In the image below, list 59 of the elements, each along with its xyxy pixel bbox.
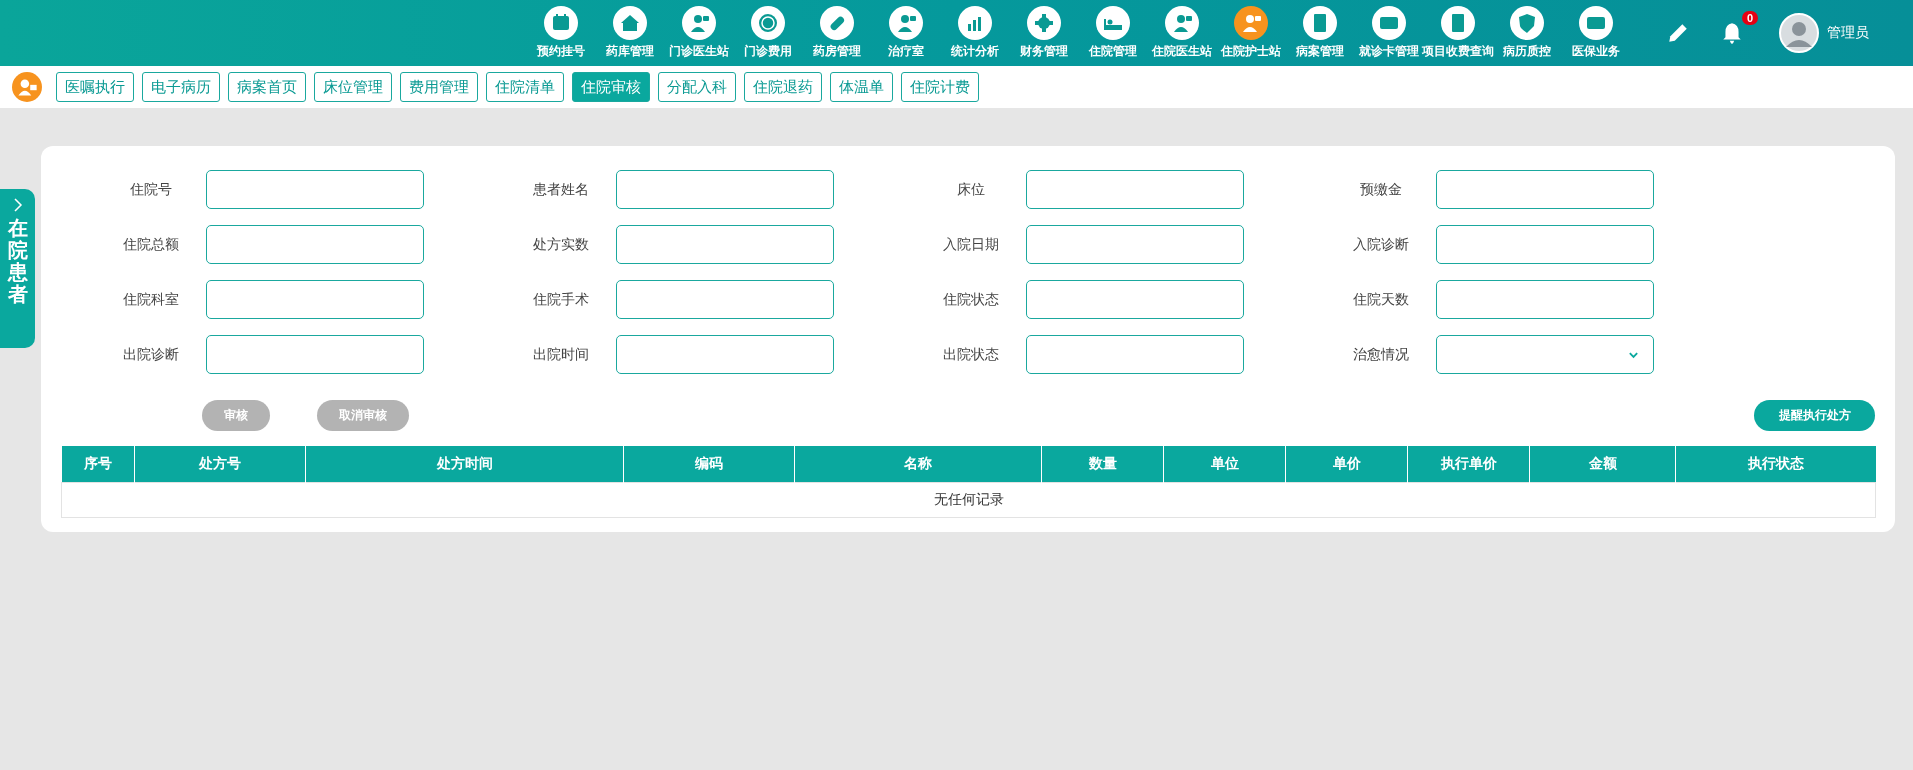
field-label: 住院手术 bbox=[532, 290, 590, 309]
column-header: 金额 bbox=[1529, 446, 1676, 482]
tab[interactable]: 费用管理 bbox=[400, 72, 478, 102]
nav-item[interactable]: 药房管理 bbox=[802, 6, 871, 60]
tab[interactable]: 住院清单 bbox=[486, 72, 564, 102]
tab[interactable]: 医嘱执行 bbox=[56, 72, 134, 102]
column-header: 执行状态 bbox=[1675, 446, 1876, 482]
field-label: 患者姓名 bbox=[532, 180, 590, 199]
nav-item[interactable]: 门诊费用 bbox=[733, 6, 802, 60]
field-label: 处方实数 bbox=[532, 235, 590, 254]
field-label: 住院状态 bbox=[942, 290, 1000, 309]
column-header: 数量 bbox=[1041, 446, 1164, 482]
nav-item[interactable]: 医保业务 bbox=[1561, 6, 1630, 60]
column-header: 名称 bbox=[794, 446, 1042, 482]
nav-item[interactable]: 项目收费查询 bbox=[1423, 6, 1492, 60]
nav-item[interactable]: 住院护士站 bbox=[1216, 6, 1285, 60]
nav-item[interactable]: 预约挂号 bbox=[526, 6, 595, 60]
nav-item[interactable]: 住院管理 bbox=[1078, 6, 1147, 60]
field-label: 预缴金 bbox=[1359, 180, 1403, 199]
nav-item[interactable]: 门诊医生站 bbox=[664, 6, 733, 60]
side-tab[interactable]: 在院患者 bbox=[0, 189, 35, 348]
field-label: 住院天数 bbox=[1352, 290, 1410, 309]
tab[interactable]: 电子病历 bbox=[142, 72, 220, 102]
notification-badge: 0 bbox=[1741, 11, 1758, 25]
tab[interactable]: 住院退药 bbox=[744, 72, 822, 102]
column-header: 序号 bbox=[61, 446, 135, 482]
nav-item[interactable]: 财务管理 bbox=[1009, 6, 1078, 60]
column-header: 处方号 bbox=[134, 446, 306, 482]
side-tab-label: 在院患者 bbox=[7, 217, 28, 305]
remind-button[interactable]: 提醒执行处方 bbox=[1754, 400, 1875, 431]
field-label: 住院号 bbox=[129, 180, 173, 199]
tab[interactable]: 病案首页 bbox=[228, 72, 306, 102]
field-label: 入院日期 bbox=[942, 235, 1000, 254]
column-header: 处方时间 bbox=[305, 446, 624, 482]
nav-item[interactable]: 统计分析 bbox=[940, 6, 1009, 60]
field-label: 入院诊断 bbox=[1352, 235, 1410, 254]
field-label: 治愈情况 bbox=[1352, 345, 1410, 364]
nav-item[interactable]: 住院医生站 bbox=[1147, 6, 1216, 60]
field-label: 出院状态 bbox=[942, 345, 1000, 364]
nav-item[interactable]: 病案管理 bbox=[1285, 6, 1354, 60]
field-label: 住院科室 bbox=[122, 290, 180, 309]
tab[interactable]: 分配入科 bbox=[658, 72, 736, 102]
column-header: 单位 bbox=[1163, 446, 1286, 482]
tab[interactable]: 住院审核 bbox=[572, 72, 650, 102]
user-name[interactable]: 管理员 bbox=[1827, 24, 1869, 42]
field-label: 床位 bbox=[956, 180, 986, 199]
field-label: 住院总额 bbox=[122, 235, 180, 254]
field-label: 出院时间 bbox=[532, 345, 590, 364]
field-label: 出院诊断 bbox=[122, 345, 180, 364]
nav-item[interactable]: 就诊卡管理 bbox=[1354, 6, 1423, 60]
column-header: 编码 bbox=[623, 446, 795, 482]
column-header: 单价 bbox=[1285, 446, 1408, 482]
tab[interactable]: 体温单 bbox=[830, 72, 893, 102]
nav-item[interactable]: 治疗室 bbox=[871, 6, 940, 60]
tab[interactable]: 住院计费 bbox=[901, 72, 979, 102]
tab[interactable]: 床位管理 bbox=[314, 72, 392, 102]
nav-item[interactable]: 药库管理 bbox=[595, 6, 664, 60]
empty-message: 无任何记录 bbox=[61, 482, 1876, 517]
column-header: 执行单价 bbox=[1407, 446, 1530, 482]
